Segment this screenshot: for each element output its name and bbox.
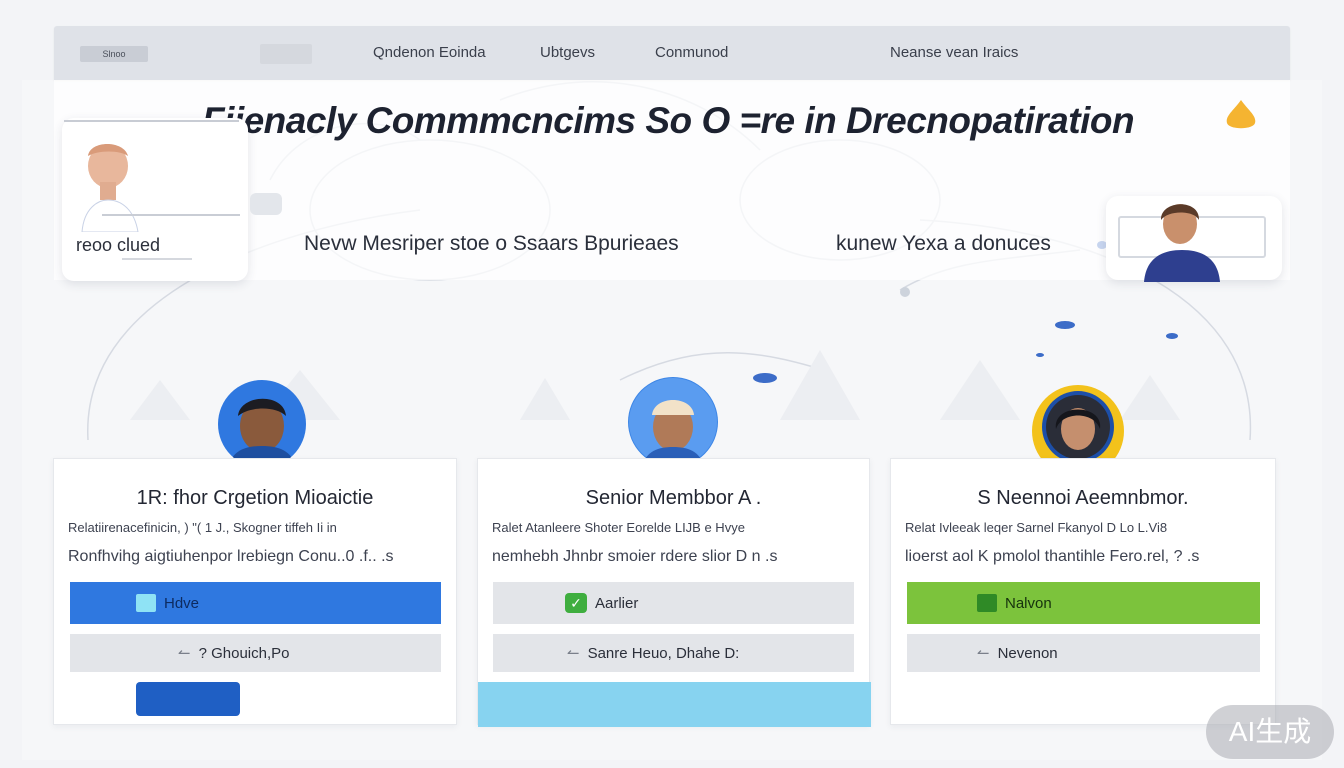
secondary-action-label: ? Ghouich,Po [198, 644, 290, 662]
arrow-icon: ↼ [178, 645, 191, 662]
secondary-action-label: Nevenon [997, 644, 1058, 662]
check-icon: ✓ [565, 593, 587, 613]
highlight-strip[interactable] [478, 682, 871, 727]
card-description: lioerst aol K pmolol thantihle Fero.rel,… [905, 548, 1200, 565]
secondary-action-button[interactable]: ↼ Sanre Heuo, Dhahe D: [493, 634, 854, 672]
app-logo[interactable]: Slnoo [80, 46, 148, 62]
nav-placeholder-chip [260, 44, 312, 64]
card-title: S Neennoi Aeemnbmor. [977, 487, 1189, 509]
nav-link-4[interactable]: Neanse vean Iraics [890, 44, 1018, 61]
card-title: Senior Membbor A . [585, 487, 762, 509]
member-card-1: 1R: fhor Crgetion Mioaictie Relatiirenac… [53, 458, 457, 725]
person-silhouette-icon [81, 144, 139, 232]
card-title: 1R: fhor Crgetion Mioaictie [136, 487, 374, 509]
avatar [628, 377, 718, 467]
arrow-icon: ↼ [567, 645, 580, 662]
drop-icon [1226, 100, 1256, 129]
member-card-3: S Neennoi Aeemnbmor. Relat Ivleeak leqer… [890, 458, 1276, 725]
primary-action-button[interactable]: Nalvon [907, 582, 1260, 624]
card-description: Ronfhvihg aigtiuhenpor lrebiegn Conu..0 … [68, 548, 394, 565]
primary-action-label: Nalvon [1005, 594, 1052, 612]
card-detail: Relatiirenacefinicin, ) "( 1 J., Skogner… [68, 520, 337, 535]
nav-link-2[interactable]: Ubtgevs [540, 44, 595, 61]
secondary-action-button[interactable]: ↼ Nevenon [907, 634, 1260, 672]
nav-link-1[interactable]: Qndenon Eoinda [373, 44, 486, 61]
card-detail: Ralet Atanleere Shoter Eorelde LIJB e Hv… [492, 520, 745, 535]
card-description: nemhebh Jhnbr smoier rdere slior D n .s [492, 548, 778, 565]
arrow-icon: ↼ [977, 645, 990, 662]
card-rule [102, 214, 240, 216]
hero-subtitle-right: kunew Yexa a donuces [836, 232, 1051, 255]
card-underline [122, 258, 192, 260]
hero-subtitle-left: Nevw Mesriper stoe o Ssaars Bpurieaes [304, 232, 679, 255]
card-divider [64, 120, 239, 126]
primary-action-button[interactable]: ✓ Aarlier [493, 582, 854, 624]
secondary-action-label: Sanre Heuo, Dhahe D: [587, 644, 740, 662]
ai-generated-watermark: AI生成 [1206, 705, 1334, 759]
confirm-button[interactable] [136, 682, 240, 716]
checkbox-icon [136, 594, 156, 612]
primary-action-label: Aarlier [595, 594, 639, 612]
primary-action-label: Hdve [164, 594, 200, 612]
card-detail: Relat Ivleeak leqer Sarnel Fkanyol D Lo … [905, 520, 1168, 535]
member-card-2: Senior Membbor A . Ralet Atanleere Shote… [477, 458, 871, 727]
avatar [218, 380, 306, 468]
top-nav-bar: Slnoo Qndenon Eoinda Ubtgevs Conmunod Ne… [54, 26, 1290, 80]
secondary-action-button[interactable]: ↼ ? Ghouich,Po [70, 634, 441, 672]
side-card-handle[interactable] [250, 193, 282, 215]
checkbox-icon [977, 594, 997, 612]
left-profile-card[interactable]: reoo clued [62, 118, 248, 281]
left-card-label: reoo clued [76, 235, 161, 255]
primary-action-button[interactable]: Hdve [70, 582, 441, 624]
nav-link-3[interactable]: Conmunod [655, 44, 728, 61]
avatar [1144, 204, 1220, 282]
